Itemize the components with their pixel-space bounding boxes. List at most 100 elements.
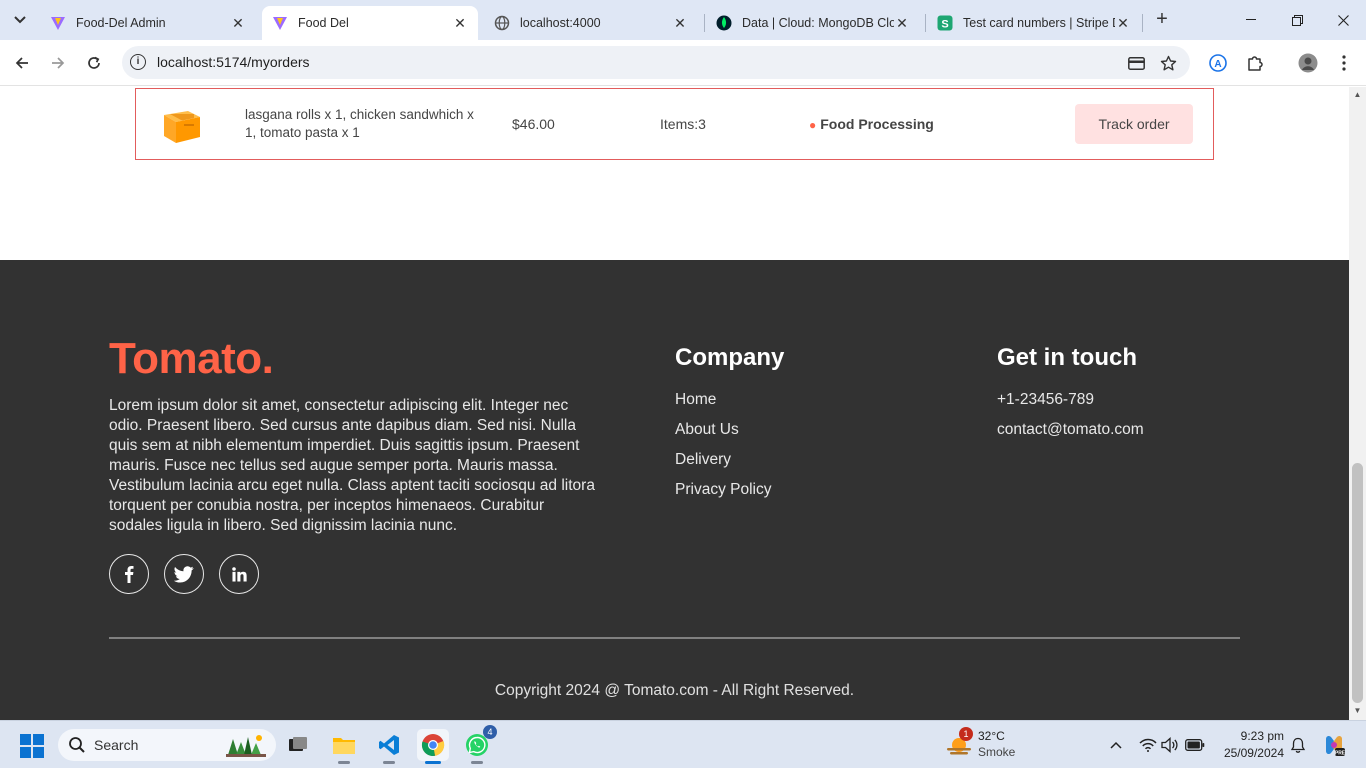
arrow-left-icon	[15, 57, 28, 69]
whatsapp-button[interactable]: 4	[461, 725, 497, 764]
notifications-button[interactable]	[1288, 735, 1308, 755]
volume-button[interactable]	[1160, 735, 1180, 755]
forward-button[interactable]	[45, 50, 71, 76]
parcel-icon	[164, 111, 200, 143]
clock-date: 25/09/2024	[1223, 746, 1284, 760]
weather-widget[interactable]: 1 32°C Smoke	[946, 727, 1036, 763]
footer-link-privacy-policy[interactable]: Privacy Policy	[675, 481, 771, 511]
order-items-text: lasgana rolls x 1, chicken sandwhich x 1…	[245, 107, 474, 140]
copilot-icon: PRE	[1326, 735, 1346, 757]
footer-link-delivery[interactable]: Delivery	[675, 451, 771, 481]
back-button[interactable]	[9, 50, 35, 76]
restore-button[interactable]	[1274, 0, 1320, 40]
mongodb-leaf-icon	[716, 15, 732, 31]
chrome-icon	[421, 734, 445, 756]
extension-a-icon[interactable]: A	[1207, 52, 1229, 74]
contact-phone: +1-23456-789	[997, 391, 1094, 408]
close-tab-icon[interactable]: ✕	[894, 15, 910, 32]
order-amount: $46.00	[512, 116, 555, 132]
weather-alert-badge: 1	[959, 727, 973, 741]
address-url[interactable]: localhost:5174/myorders	[157, 54, 310, 70]
weather-temperature: 32°C	[978, 729, 1005, 743]
svg-text:PRE: PRE	[1335, 751, 1346, 757]
svg-text:A: A	[1214, 59, 1221, 70]
task-view-button[interactable]	[282, 729, 314, 761]
bookmark-star-icon[interactable]	[1159, 54, 1177, 72]
facebook-icon	[125, 566, 134, 583]
close-window-button[interactable]	[1320, 0, 1366, 40]
browser-menu-icon[interactable]	[1333, 52, 1355, 74]
close-tab-icon[interactable]: ✕	[452, 15, 468, 32]
page-viewport: lasgana rolls x 1, chicken sandwhich x 1…	[0, 87, 1349, 720]
facebook-button[interactable]	[109, 554, 149, 594]
card-icon[interactable]	[1127, 54, 1145, 72]
tab-title: Food Del	[298, 16, 349, 30]
footer-divider	[109, 637, 1240, 639]
tab-title: Test card numbers | Stripe D	[963, 16, 1115, 30]
minimize-button[interactable]	[1228, 0, 1274, 40]
tab-localhost-4000[interactable]: localhost:4000 ✕	[484, 6, 698, 40]
windows-taskbar: Search 4 1 32°C Smoke 9:23 pm 25/09/2024…	[0, 720, 1366, 768]
order-status: ● Food Processing	[809, 116, 934, 132]
close-icon	[1337, 14, 1349, 26]
bell-icon	[1290, 737, 1306, 753]
profile-avatar[interactable]	[1297, 52, 1319, 74]
tab-food-del-admin[interactable]: Food-Del Admin ✕	[40, 6, 256, 40]
vscode-button[interactable]	[373, 729, 405, 764]
extensions-puzzle-icon[interactable]	[1244, 52, 1266, 74]
footer-copyright: Copyright 2024 @ Tomato.com - All Right …	[494, 682, 855, 699]
tab-title: Data | Cloud: MongoDB Clou	[742, 16, 894, 30]
battery-icon	[1185, 739, 1205, 751]
scrollbar-thumb[interactable]	[1352, 463, 1363, 703]
footer-about-text: Lorem ipsum dolor sit amet, consectetur …	[109, 397, 595, 534]
tab-mongodb-cloud[interactable]: Data | Cloud: MongoDB Clou ✕	[706, 6, 920, 40]
speaker-icon	[1161, 737, 1178, 753]
scroll-up-arrow-icon[interactable]: ▲	[1353, 90, 1362, 99]
weather-condition: Smoke	[978, 745, 1016, 759]
chrome-button[interactable]	[417, 729, 449, 764]
order-status-text: Food Processing	[820, 116, 934, 132]
footer-logo[interactable]: Tomato.	[109, 334, 274, 384]
tab-search-menu-button[interactable]	[6, 6, 34, 34]
close-tab-icon[interactable]: ✕	[672, 15, 688, 32]
globe-icon	[494, 15, 510, 31]
chevron-down-icon	[14, 16, 26, 24]
taskbar-clock[interactable]: 9:23 pm 25/09/2024	[1212, 728, 1284, 762]
taskbar-search[interactable]: Search	[58, 729, 276, 761]
twitter-button[interactable]	[164, 554, 204, 594]
tab-stripe-test-cards[interactable]: S Test card numbers | Stripe D ✕	[927, 6, 1141, 40]
reload-button[interactable]	[81, 50, 107, 76]
minimize-icon	[1246, 19, 1256, 20]
address-bar[interactable]: i localhost:5174/myorders	[122, 46, 1190, 79]
file-explorer-button[interactable]	[328, 729, 360, 764]
tab-food-del[interactable]: Food Del ✕	[262, 6, 478, 40]
search-icon	[69, 737, 85, 753]
arrow-right-icon	[52, 57, 65, 69]
site-info-icon[interactable]: i	[130, 54, 146, 70]
copilot-button[interactable]: PRE	[1322, 733, 1346, 757]
linkedin-icon	[231, 566, 247, 582]
show-hidden-icons-button[interactable]	[1106, 735, 1126, 755]
track-order-button[interactable]: Track order	[1075, 104, 1193, 144]
page-scrollbar[interactable]: ▲ ▼	[1349, 87, 1366, 720]
linkedin-button[interactable]	[219, 554, 259, 594]
order-item-count: Items:3	[660, 116, 706, 132]
footer-link-about-us[interactable]: About Us	[675, 421, 771, 451]
close-tab-icon[interactable]: ✕	[230, 15, 246, 32]
task-view-icon	[289, 737, 307, 751]
new-tab-button[interactable]: +	[1150, 8, 1174, 32]
clock-time: 9:23 pm	[1240, 729, 1284, 743]
twitter-icon	[174, 565, 194, 582]
browser-tabstrip: Food-Del Admin ✕ Food Del ✕ localhost:40…	[0, 0, 1366, 40]
restore-icon	[1291, 14, 1303, 26]
wifi-button[interactable]	[1138, 735, 1158, 755]
scroll-down-arrow-icon[interactable]: ▼	[1353, 706, 1362, 715]
contact-heading: Get in touch	[997, 344, 1137, 371]
battery-button[interactable]	[1185, 735, 1205, 755]
status-dot-icon: ●	[809, 118, 817, 132]
vite-logo-icon	[50, 15, 66, 31]
vscode-icon	[379, 735, 399, 755]
footer-link-home[interactable]: Home	[675, 391, 771, 421]
windows-start-button[interactable]	[20, 734, 44, 758]
close-tab-icon[interactable]: ✕	[1115, 15, 1131, 32]
